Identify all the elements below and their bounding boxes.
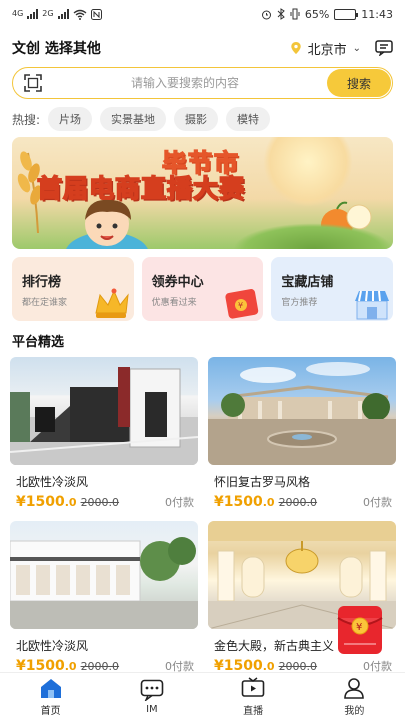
battery-icon [334,8,359,20]
tab-mine[interactable]: 我的 [304,673,405,720]
product-card[interactable]: 北欧性冷淡风 ¥1500.0 2000.0 0付款 [10,521,198,674]
chat-icon [140,679,164,701]
roman-plaza-illustration [208,362,396,465]
store-icon [355,290,390,320]
tab-label: 我的 [344,705,365,717]
tab-label: 首页 [40,705,61,717]
promo-banner[interactable]: 毕节市 首届电商直播大赛 [12,137,393,249]
tv-icon [241,676,265,697]
price-row: ¥1500.0 2000.0 0付款 [214,494,396,510]
header-right: 北京市 ⌄ [290,39,393,58]
user-icon [344,677,365,699]
ranking-card[interactable]: 排行榜 都在定谁家 [12,257,134,321]
wifi-icon [73,9,87,20]
vibrate-icon [290,8,300,20]
city-selector[interactable]: 北京市 [308,39,347,58]
kid-illustration [66,199,148,249]
svg-text:¥: ¥ [238,301,243,310]
product-old-price: 2000.0 [278,496,318,509]
hot-search: 热搜: 片场 实景基地 摄影 模特 [12,107,271,131]
coupon-card[interactable]: 领券中心 优惠看过来 ¥ [141,257,264,321]
product-name: 北欧性冷淡风 [16,475,89,489]
product-name: 怀旧复古罗马风格 [214,475,311,489]
price-row: ¥1500.0 2000.0 0付款 [16,494,198,510]
battery-percent: 65% [304,7,330,21]
price-decimal: .0 [64,496,77,509]
svg-text:¥: ¥ [356,622,362,633]
status-right: 65% 11:43 [261,8,393,21]
crown-icon [95,288,129,318]
clock: 11:43 [361,7,393,21]
hot-tag[interactable]: 摄影 [174,107,219,131]
top-header: 文创 选择其他 北京市 ⌄ [12,34,393,62]
price-decimal: .0 [262,496,275,509]
product-name: 北欧性冷淡风 [16,639,89,653]
product-card[interactable]: 北欧性冷淡风 ¥1500.0 2000.0 0付款 [10,357,198,510]
search-button[interactable]: 搜索 [327,69,391,97]
signal-icon [27,9,39,19]
white-cafe-illustration [10,537,198,629]
nfc-icon [90,8,102,20]
bush-decoration [233,223,393,249]
product-price: ¥1500.0 [214,494,275,510]
price-main: ¥1500 [16,494,65,510]
section-title: 平台精选 [12,331,71,353]
category-selector[interactable]: 文创 选择其他 [12,38,101,58]
tab-home[interactable]: 首页 [0,673,101,720]
tab-label: IM [146,703,158,715]
product-old-price: 2000.0 [80,496,120,509]
alarm-icon [261,10,271,19]
tab-label: 直播 [243,705,264,717]
status-left: 4G 2G [12,8,102,20]
nordic-building-illustration [10,367,198,465]
bottom-tab-bar: 首页 IM 直播 我的 [0,672,405,720]
location-pin-icon [290,42,301,54]
hot-tag[interactable]: 实景基地 [100,107,167,131]
status-bar: 4G 2G 65% 11:43 [0,0,405,28]
search-input[interactable] [43,76,327,90]
product-card[interactable]: 怀旧复古罗马风格 ¥1500.0 2000.0 0付款 [208,357,396,510]
tab-live[interactable]: 直播 [203,673,304,720]
chevron-down-icon[interactable]: ⌄ [353,43,361,54]
product-paid-count: 0付款 [165,496,194,509]
product-price: ¥1500.0 [16,494,77,510]
network-type: 4G [12,9,24,18]
store-card[interactable]: 宝藏店铺 官方推荐 [271,257,394,321]
price-main: ¥1500 [214,494,263,510]
search-bar: 搜索 [12,67,393,99]
network-type-2: 2G [42,9,54,18]
message-icon[interactable] [375,40,393,56]
product-image [208,357,396,465]
hot-search-label: 热搜: [12,112,41,127]
signal-icon-2 [57,9,69,19]
product-image [10,521,198,629]
coupon-icon: ¥ [225,289,259,319]
home-icon [40,678,61,698]
product-image [10,357,198,465]
feature-cards: 排行榜 都在定谁家 领券中心 优惠看过来 ¥ 宝藏店铺 官方推荐 [12,257,394,321]
tab-im[interactable]: IM [101,673,202,720]
hot-tag[interactable]: 模特 [226,107,271,131]
product-paid-count: 0付款 [363,496,392,509]
scan-icon[interactable] [23,73,43,93]
hot-tag[interactable]: 片场 [48,107,93,131]
red-envelope-icon[interactable]: ¥ [332,598,388,658]
bluetooth-icon [277,8,285,20]
